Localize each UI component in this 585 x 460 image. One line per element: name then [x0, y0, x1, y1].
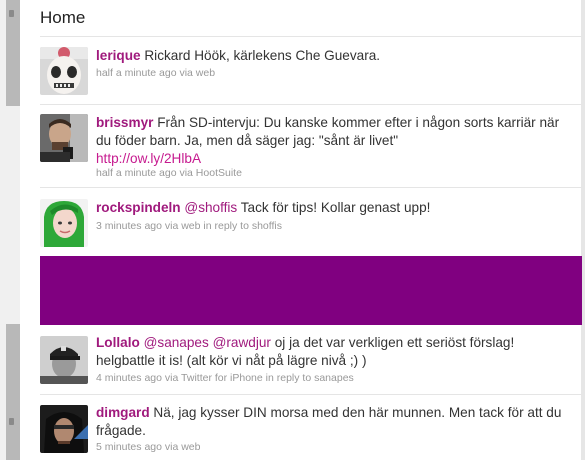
tweet-meta: half a minute ago via web [96, 67, 216, 79]
tweet-username[interactable]: brissmyr [96, 115, 153, 130]
tweet-text: Rickard Höök, kärlekens Che Guevara. [144, 48, 381, 63]
tweet-body: Lollalo @sanapes @rawdjur oj ja det var … [96, 334, 566, 370]
tweet-mention[interactable]: @rawdjur [213, 335, 271, 350]
tweet-body: brissmyr Från SD-intervju: Du kanske kom… [96, 114, 566, 168]
tweet-meta: 3 minutes ago via web in reply to shoffi… [96, 220, 282, 232]
tweet-item: dimgard Nä, jag kysser DIN morsa med den… [40, 395, 582, 460]
tweet-meta: 4 minutes ago via Twitter for iPhone in … [96, 372, 354, 384]
timeline-panel: Home lerique Rickard Höök, kärlekens Che… [20, 0, 582, 460]
tweet-item: brissmyr Från SD-intervju: Du kanske kom… [40, 105, 582, 188]
tweet-body: lerique Rickard Höök, kärlekens Che Guev… [96, 47, 566, 65]
tweet-text: Nä, jag kysser DIN morsa med den här mun… [96, 405, 562, 438]
tweet-item: Lollalo @sanapes @rawdjur oj ja det var … [40, 325, 582, 395]
tweet-item: lerique Rickard Höök, kärlekens Che Guev… [40, 45, 582, 105]
tweet-text: Från SD-intervju: Du kanske kommer efter… [96, 115, 560, 148]
clown-avatar[interactable] [40, 47, 88, 95]
cap-person-avatar[interactable] [40, 336, 88, 384]
left-gutter [0, 0, 20, 460]
tweet-item: rockspindeln @shoffis Tack för tips! Kol… [40, 188, 582, 256]
hooded-man-avatar[interactable] [40, 405, 88, 453]
tweet-username[interactable]: dimgard [96, 405, 150, 420]
tweet-mention[interactable]: @shoffis [184, 200, 237, 215]
tweet-mention[interactable]: @sanapes [144, 335, 209, 350]
tweet-username[interactable]: Lollalo [96, 335, 140, 350]
tweet-body: dimgard Nä, jag kysser DIN morsa med den… [96, 404, 566, 440]
promo-block [40, 256, 582, 325]
tweet-username[interactable]: lerique [96, 48, 141, 63]
tweet-username[interactable]: rockspindeln [96, 200, 181, 215]
gutter-bar [6, 324, 20, 460]
gutter-notch [9, 10, 14, 17]
tweet-meta: half a minute ago via HootSuite [96, 167, 242, 179]
divider [40, 36, 582, 37]
gutter-notch [9, 418, 14, 425]
green-hair-woman-avatar[interactable] [40, 199, 88, 247]
man-with-phone-avatar[interactable] [40, 114, 88, 162]
page-title: Home [40, 8, 86, 27]
tweet-link[interactable]: http://ow.ly/2HlbA [96, 151, 201, 166]
tweet-body: rockspindeln @shoffis Tack för tips! Kol… [96, 199, 566, 217]
tweet-text: Tack för tips! Kollar genast upp! [240, 200, 431, 215]
tweet-meta: 5 minutes ago via web [96, 441, 201, 453]
